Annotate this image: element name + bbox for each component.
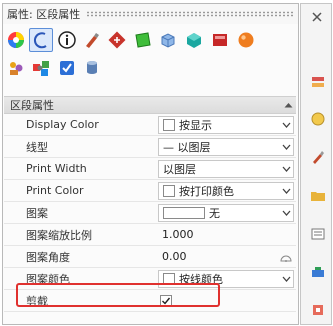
chevron-down-icon xyxy=(279,162,293,176)
row-label: Print Color xyxy=(26,184,84,197)
side-tab-strip xyxy=(300,3,332,325)
clip-checkbox[interactable] xyxy=(160,294,172,307)
transform-icon[interactable] xyxy=(105,28,129,52)
pets-icon[interactable] xyxy=(4,56,28,80)
property-row-print-width: Print Width 以图层 xyxy=(4,158,296,180)
curve-icon[interactable] xyxy=(29,28,53,52)
row-label: 图案颜色 xyxy=(26,272,70,286)
color-wheel-icon[interactable] xyxy=(4,28,28,52)
row-label: Display Color xyxy=(26,118,99,131)
print-color-dropdown[interactable]: 按打印颜色 xyxy=(158,182,294,200)
blue-box-icon[interactable] xyxy=(156,28,180,52)
row-label: Print Width xyxy=(26,162,87,175)
panel-title: 属性: 区段属性 xyxy=(7,8,81,21)
side-tab-misc[interactable] xyxy=(308,300,328,320)
chevron-down-icon xyxy=(279,118,293,132)
row-label: 剪截 xyxy=(26,294,48,308)
gear-tiles-icon[interactable] xyxy=(29,56,53,80)
section-label: 区段属性 xyxy=(10,99,54,112)
chevron-down-icon xyxy=(279,272,293,286)
green-surface-icon[interactable] xyxy=(131,28,155,52)
drag-grip[interactable] xyxy=(86,11,294,17)
property-row-linetype: 线型 — 以图层 xyxy=(4,136,296,158)
brush-icon[interactable] xyxy=(80,28,104,52)
color-swatch xyxy=(163,273,175,285)
property-toolbar xyxy=(4,26,294,86)
print-width-dropdown[interactable]: 以图层 xyxy=(158,160,294,178)
side-tab-display[interactable] xyxy=(308,109,328,129)
properties-grid: Display Color 按显示 线型 — 以图层 Print Width 以… xyxy=(4,114,296,312)
dropdown-value: 以图层 xyxy=(163,163,196,176)
hatch-scale-value[interactable]: 1.000 xyxy=(156,228,194,241)
dropdown-value: — 以图层 xyxy=(163,141,211,154)
side-tab-list[interactable] xyxy=(308,224,328,244)
info-icon[interactable] xyxy=(55,28,79,52)
property-row-hatch: 图案 无 xyxy=(4,202,296,224)
side-tab-brush[interactable] xyxy=(308,147,328,167)
row-label: 图案角度 xyxy=(26,250,70,264)
row-label: 线型 xyxy=(26,140,48,154)
property-row-hatch-color: 图案颜色 按线颜色 xyxy=(4,268,296,290)
color-swatch xyxy=(163,119,175,131)
chevron-down-icon xyxy=(279,140,293,154)
property-row-print-color: Print Color 按打印颜色 xyxy=(4,180,296,202)
red-box-icon[interactable] xyxy=(208,28,232,52)
dropdown-value: 按打印颜色 xyxy=(179,185,234,198)
hatch-swatch xyxy=(163,207,205,219)
cylinder-icon[interactable] xyxy=(80,56,104,80)
display-color-dropdown[interactable]: 按显示 xyxy=(158,116,294,134)
hatch-color-dropdown[interactable]: 按线颜色 xyxy=(158,270,294,288)
panel-title-bar[interactable]: 属性: 区段属性 xyxy=(3,4,298,24)
check-shield-icon[interactable] xyxy=(55,56,79,80)
linetype-dropdown[interactable]: — 以图层 xyxy=(158,138,294,156)
dropdown-value: 无 xyxy=(209,207,220,220)
angle-picker-icon[interactable] xyxy=(280,251,292,263)
collapse-arrow-icon[interactable] xyxy=(280,97,296,113)
teal-cube-icon[interactable] xyxy=(182,28,206,52)
close-icon[interactable] xyxy=(310,10,324,24)
dropdown-value: 按线颜色 xyxy=(179,273,223,286)
property-row-hatch-scale: 图案缩放比例 1.000 xyxy=(4,224,296,246)
property-row-clip: 剪截 xyxy=(4,290,296,312)
section-header[interactable]: 区段属性 xyxy=(4,96,296,114)
dropdown-value: 按显示 xyxy=(179,119,212,132)
hatch-angle-value[interactable]: 0.00 xyxy=(156,250,187,263)
side-tab-folder[interactable] xyxy=(308,186,328,206)
hatch-dropdown[interactable]: 无 xyxy=(158,204,294,222)
side-tab-tools[interactable] xyxy=(308,262,328,282)
property-row-hatch-angle: 图案角度 0.00 xyxy=(4,246,296,268)
color-swatch xyxy=(163,185,175,197)
side-tab-layers[interactable] xyxy=(308,72,328,92)
chevron-down-icon xyxy=(279,206,293,220)
row-label: 图案缩放比例 xyxy=(26,228,92,242)
chevron-down-icon xyxy=(279,184,293,198)
property-row-display-color: Display Color 按显示 xyxy=(4,114,296,136)
row-label: 图案 xyxy=(26,206,48,220)
orange-sphere-icon[interactable] xyxy=(234,28,258,52)
